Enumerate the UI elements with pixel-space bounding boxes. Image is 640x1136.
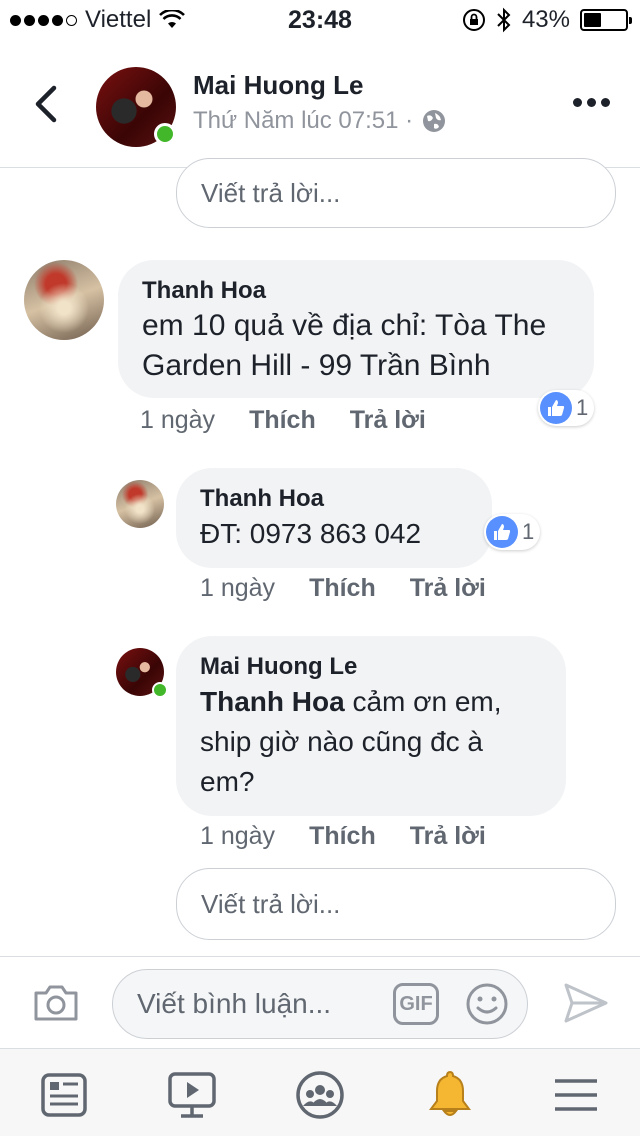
comment-bubble[interactable]: Mai Huong Le Thanh Hoa cảm ơn em, ship g… (176, 636, 566, 816)
like-icon (540, 392, 572, 424)
tab-groups[interactable] (292, 1067, 348, 1123)
comment-bubble[interactable]: Thanh Hoa em 10 quả về địa chỉ: Tòa The … (118, 260, 594, 398)
sticker-button[interactable] (465, 982, 509, 1031)
bluetooth-icon (497, 7, 511, 33)
chevron-left-icon (35, 85, 57, 123)
hamburger-menu-icon (555, 1079, 597, 1111)
comment-input[interactable]: Viết bình luận... GIF (112, 969, 528, 1039)
news-feed-icon (41, 1073, 87, 1117)
post-time-text: Thứ Năm lúc 07:51 · (193, 107, 414, 134)
avatar-image (116, 480, 164, 528)
comment-time: 1 ngày (200, 822, 276, 850)
post-author-name[interactable]: Mai Huong Le (193, 70, 363, 101)
status-right-group: 43% (462, 6, 632, 34)
reaction-count[interactable]: 1 (538, 390, 595, 426)
commenter-avatar[interactable] (24, 260, 104, 340)
post-header: Mai Huong Le Thứ Năm lúc 07:51 · (0, 40, 640, 168)
battery-icon (580, 9, 632, 31)
camera-button[interactable] (32, 983, 80, 1028)
reaction-number: 1 (522, 519, 535, 544)
reaction-number: 1 (576, 395, 589, 420)
reply-button[interactable]: Trả lời (410, 822, 486, 851)
comment-time: 1 ngày (200, 574, 276, 602)
reply-placeholder: Viết trả lời... (201, 888, 341, 919)
smiley-icon (466, 983, 508, 1025)
camera-icon (34, 985, 78, 1021)
reply-input-bottom[interactable]: Viết trả lời... (176, 868, 616, 940)
tab-watch[interactable] (164, 1067, 220, 1123)
like-button[interactable]: Thích (309, 822, 376, 851)
reply-placeholder: Viết trả lời... (201, 177, 341, 208)
comment-text: ĐT: 0973 863 042 (200, 518, 422, 549)
reply-input-top[interactable]: Viết trả lời... (176, 158, 616, 228)
commenter-avatar[interactable] (116, 648, 168, 698)
globe-icon (423, 110, 446, 132)
tab-news-feed[interactable] (36, 1067, 92, 1123)
rotation-lock-icon (462, 9, 485, 31)
avatar-image (24, 260, 104, 340)
commenter-avatar[interactable] (116, 480, 164, 528)
reaction-count[interactable]: 1 (484, 514, 541, 550)
comment-text: Thanh Hoa cảm ơn em, ship giờ nào cũng đ… (200, 682, 542, 802)
online-status-indicator (154, 123, 176, 145)
video-icon (168, 1072, 216, 1118)
status-bar: Viettel 23:48 43% (0, 0, 640, 40)
online-status-indicator (152, 682, 168, 698)
comment-composer: Viết bình luận... GIF (0, 956, 640, 1048)
comment-actions: 1 ngày Thích Trả lời (200, 822, 486, 851)
back-button[interactable] (26, 82, 66, 126)
tab-notifications[interactable] (422, 1067, 478, 1123)
gif-button[interactable]: GIF (393, 983, 439, 1025)
comment-text: em 10 quả về địa chỉ: Tòa The Garden Hil… (142, 309, 547, 382)
comment-author[interactable]: Thanh Hoa (200, 484, 468, 514)
battery-percent: 43% (521, 6, 570, 33)
bottom-tab-bar (0, 1048, 640, 1136)
groups-icon (296, 1071, 344, 1119)
comment-author[interactable]: Mai Huong Le (200, 652, 542, 682)
more-options-button[interactable] (573, 98, 610, 107)
reply-button[interactable]: Trả lời (350, 406, 426, 435)
author-avatar[interactable] (96, 67, 176, 147)
like-button[interactable]: Thích (249, 406, 316, 435)
post-timestamp[interactable]: Thứ Năm lúc 07:51 · (193, 107, 447, 135)
tab-menu[interactable] (548, 1067, 604, 1123)
send-icon (564, 983, 608, 1023)
comment-actions: 1 ngày Thích Trả lời (140, 406, 426, 435)
battery-fill (584, 13, 602, 27)
like-icon (486, 516, 518, 548)
comment-time: 1 ngày (140, 406, 216, 434)
bell-icon (429, 1070, 471, 1116)
comment-bubble[interactable]: Thanh Hoa ĐT: 0973 863 042 (176, 468, 492, 568)
comment-actions: 1 ngày Thích Trả lời (200, 574, 486, 603)
send-button[interactable] (562, 981, 610, 1030)
comment-placeholder: Viết bình luận... (137, 988, 332, 1019)
reply-button[interactable]: Trả lời (410, 574, 486, 603)
comment-author[interactable]: Thanh Hoa (142, 276, 570, 306)
like-button[interactable]: Thích (309, 574, 376, 603)
mention-link[interactable]: Thanh Hoa (200, 686, 345, 717)
